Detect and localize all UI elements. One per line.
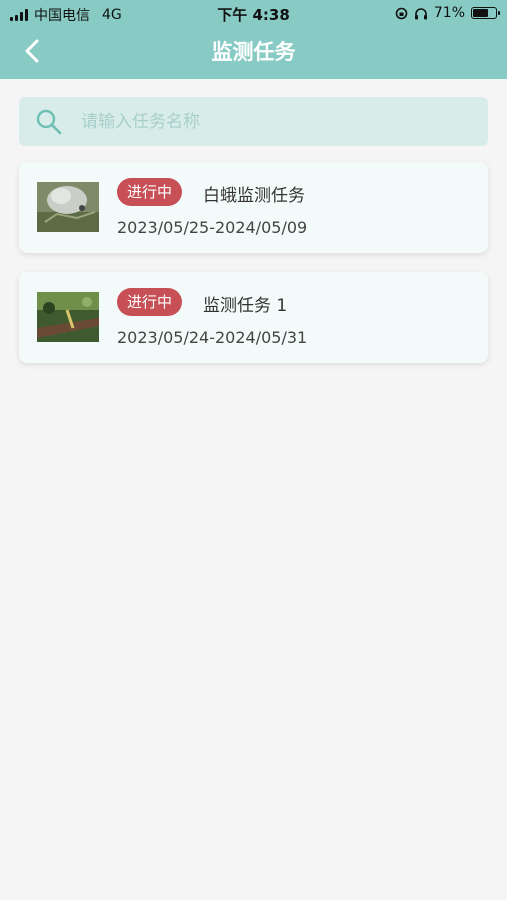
headphones-icon xyxy=(414,7,427,19)
task-date-range: 2023/05/25-2024/05/09 xyxy=(117,218,308,237)
status-right: 71% xyxy=(395,5,500,21)
task-date-range: 2023/05/24-2024/05/31 xyxy=(117,328,308,347)
status-badge: 进行中 xyxy=(117,178,183,206)
task-name: 白蛾监测任务 xyxy=(203,186,305,206)
battery-level xyxy=(473,9,488,17)
search-icon xyxy=(36,109,62,135)
task-card[interactable]: 进行中 白蛾监测任务 2023/05/25-2024/05/09 xyxy=(19,162,488,253)
page-title: 监测任务 xyxy=(211,40,296,64)
task-card[interactable]: 进行中 监测任务 1 2023/05/24-2024/05/31 xyxy=(19,272,488,363)
task-name: 监测任务 1 xyxy=(203,296,288,316)
orientation-lock-icon xyxy=(395,7,408,19)
battery-percent: 71% xyxy=(433,5,465,21)
status-bar: 中国电信 4G 下午 4:38 71% xyxy=(0,0,507,28)
task-thumbnail xyxy=(37,292,99,342)
status-badge: 进行中 xyxy=(117,288,183,316)
search-input[interactable] xyxy=(81,97,471,146)
search-bar[interactable] xyxy=(19,97,488,146)
battery-icon xyxy=(471,7,500,19)
header-bar: 中国电信 4G 下午 4:38 71% 监测任务 xyxy=(0,0,507,79)
task-thumbnail xyxy=(37,182,99,232)
